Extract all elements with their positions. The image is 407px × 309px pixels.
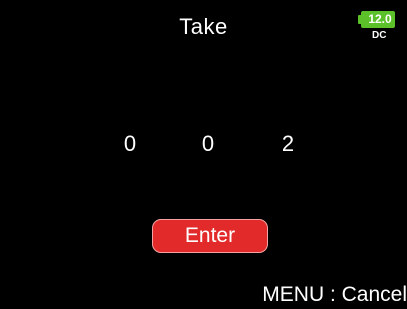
enter-button[interactable]: Enter (152, 219, 268, 253)
power-source-label: DC (372, 30, 387, 41)
screen-title: Take (179, 14, 228, 39)
take-digit-ones[interactable]: 2 (276, 131, 300, 157)
power-indicator: 12.0 DC (358, 11, 403, 49)
take-edit-screen: Take 12.0 DC 0 0 2 Enter MENU : Cancel (0, 0, 407, 309)
menu-cancel-hint: MENU : Cancel (262, 283, 407, 306)
take-digit-hundreds[interactable]: 0 (118, 131, 142, 157)
battery-voltage: 12.0 (361, 11, 395, 28)
take-digit-tens[interactable]: 0 (196, 131, 220, 157)
